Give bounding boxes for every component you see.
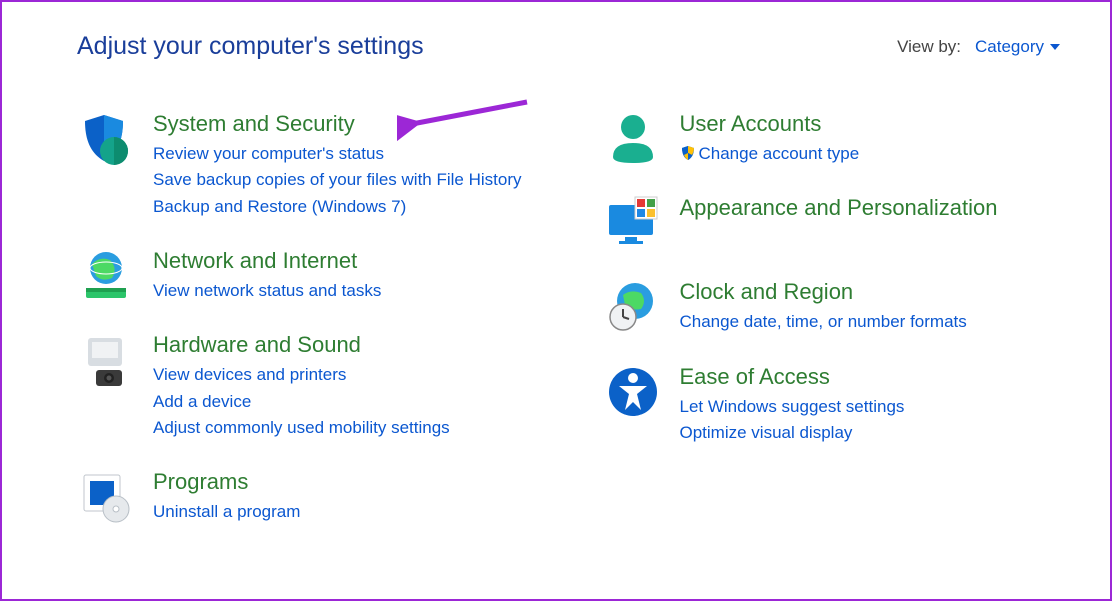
category-title[interactable]: Clock and Region <box>680 279 1061 305</box>
category-user-accounts: User Accounts Change account type <box>604 111 1061 167</box>
clock-globe-icon <box>604 279 662 335</box>
category-link[interactable]: Optimize visual display <box>680 420 1061 446</box>
category-link-text: Change account type <box>699 144 860 163</box>
printer-camera-icon <box>77 332 135 441</box>
viewby-group: View by: Category <box>897 37 1060 57</box>
viewby-dropdown[interactable]: Category <box>975 37 1060 57</box>
category-link[interactable]: Save backup copies of your files with Fi… <box>153 167 534 193</box>
category-programs: Programs Uninstall a program <box>77 469 534 525</box>
header: Adjust your computer's settings View by:… <box>77 32 1060 61</box>
category-title[interactable]: System and Security <box>153 111 534 137</box>
category-link[interactable]: Let Windows suggest settings <box>680 394 1061 420</box>
chevron-down-icon <box>1050 44 1060 50</box>
right-column: User Accounts Change account type <box>604 111 1061 554</box>
category-title[interactable]: Network and Internet <box>153 248 534 274</box>
shield-icon <box>77 111 135 220</box>
accessibility-icon <box>604 364 662 447</box>
viewby-value-text: Category <box>975 37 1044 57</box>
category-title[interactable]: User Accounts <box>680 111 1061 137</box>
category-link[interactable]: Uninstall a program <box>153 499 534 525</box>
category-link[interactable]: Add a device <box>153 389 534 415</box>
category-link[interactable]: Adjust commonly used mobility settings <box>153 415 534 441</box>
page-title: Adjust your computer's settings <box>77 32 424 61</box>
category-link[interactable]: View devices and printers <box>153 362 534 388</box>
uac-shield-icon <box>680 145 696 161</box>
category-link[interactable]: Change account type <box>680 141 1061 167</box>
monitor-personalization-icon <box>604 195 662 251</box>
categories-grid: System and Security Review your computer… <box>77 111 1060 554</box>
viewby-label: View by: <box>897 37 961 57</box>
left-column: System and Security Review your computer… <box>77 111 534 554</box>
category-title[interactable]: Ease of Access <box>680 364 1061 390</box>
category-title[interactable]: Programs <box>153 469 534 495</box>
control-panel-frame: Adjust your computer's settings View by:… <box>0 0 1112 601</box>
category-clock-region: Clock and Region Change date, time, or n… <box>604 279 1061 335</box>
globe-network-icon <box>77 248 135 304</box>
category-ease-of-access: Ease of Access Let Windows suggest setti… <box>604 364 1061 447</box>
user-icon <box>604 111 662 167</box>
category-hardware-sound: Hardware and Sound View devices and prin… <box>77 332 534 441</box>
category-link[interactable]: Review your computer's status <box>153 141 534 167</box>
category-link[interactable]: View network status and tasks <box>153 278 534 304</box>
category-title[interactable]: Hardware and Sound <box>153 332 534 358</box>
programs-disc-icon <box>77 469 135 525</box>
category-title[interactable]: Appearance and Personalization <box>680 195 1061 221</box>
category-network-internet: Network and Internet View network status… <box>77 248 534 304</box>
category-system-security: System and Security Review your computer… <box>77 111 534 220</box>
category-link[interactable]: Backup and Restore (Windows 7) <box>153 194 534 220</box>
category-link[interactable]: Change date, time, or number formats <box>680 309 1061 335</box>
category-appearance-personalization: Appearance and Personalization <box>604 195 1061 251</box>
